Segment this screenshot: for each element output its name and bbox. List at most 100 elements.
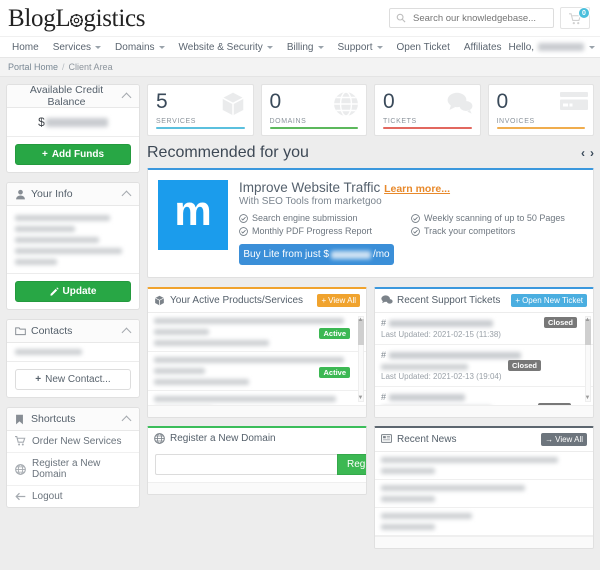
breadcrumb: Portal Home / Client Area [0, 58, 600, 77]
list-item[interactable] [375, 480, 593, 508]
scroll-up-icon[interactable]: ▲ [358, 317, 364, 323]
view-all-label: View All [328, 296, 356, 305]
widget-col-right-2: Recent News → View All [374, 426, 594, 549]
list-item[interactable] [375, 508, 593, 536]
panel-body: + New Contact... [7, 362, 139, 397]
panel-body: Update [7, 274, 139, 309]
shortcut-logout[interactable]: Logout [7, 486, 139, 507]
scroll-down-icon[interactable]: ▼ [358, 395, 364, 401]
stat-underline [383, 127, 472, 129]
panel-header[interactable]: Shortcuts [7, 408, 139, 431]
products-list[interactable]: Active Active ▲ ▼ [148, 313, 366, 405]
info-line-redacted [15, 215, 111, 221]
globe-icon [154, 433, 165, 444]
stat-label: TICKETS [383, 117, 417, 125]
nav-item-affiliates[interactable]: Affiliates [457, 42, 509, 53]
nav-item-home[interactable]: Home [8, 42, 46, 53]
breadcrumb-separator: / [62, 62, 65, 72]
carousel-controls: ‹ › [581, 146, 594, 160]
cta-suffix: /mo [372, 249, 390, 260]
stat-label: SERVICES [156, 117, 197, 125]
user-account-menu[interactable]: Hello, [509, 42, 598, 53]
view-all-products-button[interactable]: + View All [317, 294, 360, 307]
panel-available-credit-balance: Available Credit Balance $ + Add Funds [6, 84, 140, 173]
status-badge: Closed [507, 360, 541, 371]
list-item[interactable]: Active [148, 352, 366, 391]
stat-card-tickets[interactable]: 0 TICKETS [374, 84, 481, 136]
widget-recent-tickets: Recent Support Tickets + Open New Ticket… [374, 287, 594, 418]
cta-prefix: Buy Lite from just $ [243, 249, 329, 260]
knowledgebase-search[interactable] [389, 8, 554, 28]
list-item[interactable] [148, 391, 366, 405]
status-badge: Closed [543, 317, 577, 328]
panel-header[interactable]: Available Credit Balance [7, 85, 139, 108]
nav-label: Support [337, 41, 373, 53]
list-item[interactable] [375, 452, 593, 480]
stat-card-invoices[interactable]: 0 INVOICES [487, 84, 594, 136]
shopping-cart-button[interactable]: 0 [560, 7, 590, 29]
chevron-up-icon[interactable] [123, 415, 131, 423]
widget-title: Recent Support Tickets [397, 295, 501, 306]
stat-card-services[interactable]: 5 SERVICES [147, 84, 254, 136]
ticket-meta: Last Updated: 2021-02-15 (11:38) [381, 330, 501, 339]
nav-item-services[interactable]: Services [46, 42, 108, 53]
panel-header[interactable]: Contacts [7, 320, 139, 343]
add-funds-button[interactable]: + Add Funds [15, 144, 131, 165]
open-new-ticket-button[interactable]: + Open New Ticket [511, 294, 587, 307]
scroll-down-icon[interactable]: ▼ [585, 395, 591, 401]
update-info-button[interactable]: Update [15, 281, 131, 302]
tickets-list[interactable]: # Last Updated: 2021-02-15 (11:38) Close… [375, 313, 593, 405]
stats-row: 5 SERVICES 0 DOMAINS 0 TICKETS 0 INVOICE… [147, 84, 594, 136]
hash-symbol: # [381, 350, 387, 360]
feature-label: Search engine submission [252, 213, 358, 223]
contact-item[interactable] [7, 343, 139, 362]
promo-feature: Weekly scanning of up to 50 Pages [411, 213, 583, 223]
view-all-news-button[interactable]: → View All [541, 433, 587, 446]
list-item[interactable]: # Last Updated: 2021-02-13 (19:04) Close… [375, 345, 593, 387]
check-circle-icon [411, 213, 420, 223]
panel-header[interactable]: Your Info [7, 183, 139, 206]
user-icon [15, 189, 26, 200]
breadcrumb-portal-home[interactable]: Portal Home [8, 62, 58, 72]
shortcut-label: Logout [32, 491, 63, 502]
site-header: BlogL gistics Search our knowledgebase..… [0, 0, 600, 36]
register-domain-button[interactable]: Register [337, 454, 366, 475]
nav-item-website-security[interactable]: Website & Security [172, 42, 280, 53]
buy-lite-button[interactable]: Buy Lite from just $ /mo [239, 244, 394, 265]
list-item[interactable]: # Closed [375, 387, 593, 405]
shortcut-order-new-services[interactable]: Order New Services [7, 431, 139, 453]
new-contact-button[interactable]: + New Contact... [15, 369, 131, 390]
hash-symbol: # [381, 392, 387, 402]
widget-footer [148, 482, 366, 494]
currency-symbol: $ [38, 115, 45, 129]
nav-item-domains[interactable]: Domains [108, 42, 171, 53]
carousel-next-icon[interactable]: › [590, 146, 594, 160]
open-ticket-label: Open New Ticket [522, 296, 583, 305]
chevron-up-icon[interactable] [123, 327, 131, 335]
list-item[interactable]: Active [148, 313, 366, 352]
info-line-redacted [15, 248, 122, 254]
shortcut-label: Order New Services [32, 436, 122, 447]
shortcut-register-new-domain[interactable]: Register a New Domain [7, 453, 139, 486]
nav-item-support[interactable]: Support [331, 42, 390, 53]
nav-item-open-ticket[interactable]: Open Ticket [390, 42, 457, 53]
greeting-label: Hello, [508, 41, 535, 53]
nav-item-billing[interactable]: Billing [280, 42, 331, 53]
learn-more-link[interactable]: Learn more... [384, 183, 450, 195]
widget-header: Recent News → View All [375, 428, 593, 452]
domain-search-input[interactable] [155, 454, 337, 475]
site-logo[interactable]: BlogL gistics [8, 6, 146, 31]
stat-card-domains[interactable]: 0 DOMAINS [260, 84, 367, 136]
new-contact-label: New Contact... [45, 374, 111, 385]
carousel-prev-icon[interactable]: ‹ [581, 146, 585, 160]
widget-active-products: Your Active Products/Services + View All [147, 287, 367, 418]
nav-label: Billing [286, 41, 314, 53]
promo-feature: Monthly PDF Progress Report [239, 226, 411, 236]
search-input[interactable] [411, 11, 547, 25]
credit-balance-value: $ [7, 108, 139, 137]
scroll-up-icon[interactable]: ▲ [585, 317, 591, 323]
chevron-up-icon[interactable] [123, 92, 131, 100]
list-item[interactable]: # Last Updated: 2021-02-15 (11:38) Close… [375, 313, 593, 345]
add-funds-label: Add Funds [51, 149, 105, 160]
chevron-up-icon[interactable] [123, 190, 131, 198]
